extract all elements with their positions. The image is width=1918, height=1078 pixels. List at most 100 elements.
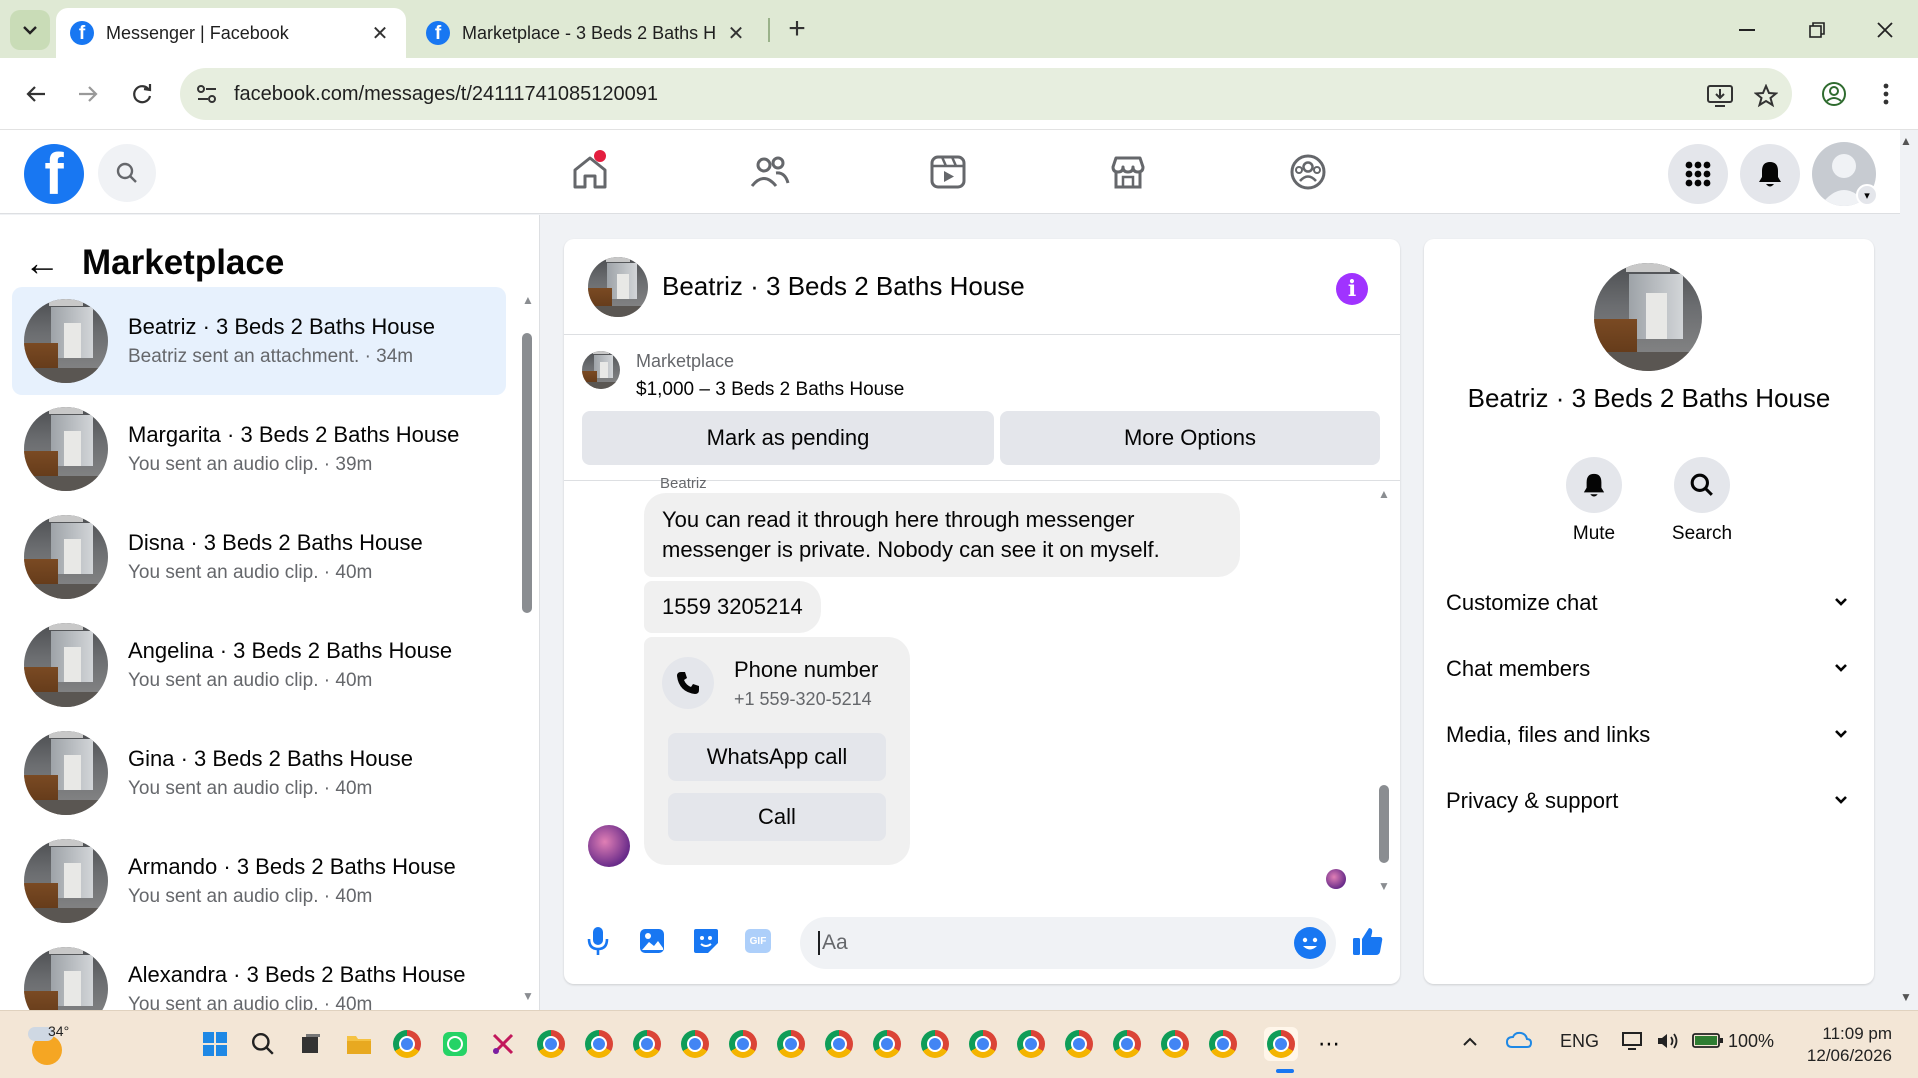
sender-avatar[interactable] bbox=[588, 825, 630, 867]
facebook-logo-icon[interactable]: f bbox=[24, 144, 84, 204]
profile-icon[interactable] bbox=[1814, 74, 1854, 114]
conversation-item[interactable]: Beatriz · 3 Beds 2 Baths House Beatriz se… bbox=[12, 287, 506, 395]
message-input[interactable]: Aa bbox=[800, 917, 1336, 969]
conversation-item[interactable]: Disna · 3 Beds 2 Baths House You sent an … bbox=[12, 503, 506, 611]
chrome-profile-app[interactable] bbox=[726, 1027, 760, 1061]
chrome-profile-app[interactable] bbox=[1014, 1027, 1048, 1061]
install-app-icon[interactable] bbox=[1706, 82, 1734, 110]
system-clock[interactable]: 11:09 pm 12/06/2026 bbox=[1780, 1023, 1892, 1067]
scroll-down-icon[interactable]: ▼ bbox=[522, 989, 534, 1003]
page-scroll-down-icon[interactable]: ▼ bbox=[1900, 990, 1912, 1004]
minimize-button[interactable] bbox=[1722, 10, 1772, 50]
conversation-item[interactable]: Gina · 3 Beds 2 Baths House You sent an a… bbox=[12, 719, 506, 827]
chrome-app[interactable] bbox=[390, 1027, 424, 1061]
input-language[interactable]: ENG bbox=[1560, 1031, 1599, 1052]
weather-widget[interactable]: 34° bbox=[28, 1023, 69, 1065]
nav-watch[interactable] bbox=[908, 140, 988, 204]
chrome-profile-app[interactable] bbox=[1062, 1027, 1096, 1061]
conversation-item[interactable]: Armando · 3 Beds 2 Baths House You sent a… bbox=[12, 827, 506, 935]
search-action[interactable]: Search bbox=[1662, 457, 1742, 545]
more-options-button[interactable]: More Options bbox=[1000, 411, 1380, 465]
back-arrow-icon[interactable]: ← bbox=[24, 242, 60, 284]
scrollbar-thumb[interactable] bbox=[522, 333, 532, 613]
facebook-search-button[interactable] bbox=[98, 144, 156, 202]
scroll-up-icon[interactable]: ▲ bbox=[522, 293, 534, 307]
reload-button[interactable] bbox=[122, 74, 162, 114]
chrome-profile-app[interactable] bbox=[822, 1027, 856, 1061]
bookmark-star-icon[interactable] bbox=[1752, 82, 1780, 110]
nav-marketplace[interactable] bbox=[1088, 140, 1168, 204]
customize-chat-section[interactable]: Customize chat bbox=[1446, 579, 1856, 627]
conversation-item[interactable]: Alexandra · 3 Beds 2 Baths House You sent… bbox=[12, 935, 506, 1010]
scrollbar-thumb[interactable] bbox=[1379, 785, 1389, 863]
close-tab-icon[interactable]: ✕ bbox=[724, 21, 748, 46]
scroll-down-icon[interactable]: ▼ bbox=[1378, 879, 1390, 893]
task-view-button[interactable] bbox=[294, 1027, 328, 1061]
address-bar[interactable]: facebook.com/messages/t/2411174108512009… bbox=[180, 68, 1792, 120]
account-caret-icon[interactable]: ▾ bbox=[1856, 184, 1878, 206]
media-files-links-section[interactable]: Media, files and links bbox=[1446, 711, 1856, 759]
sticker-icon[interactable] bbox=[688, 923, 724, 959]
chrome-profile-app[interactable] bbox=[1206, 1027, 1240, 1061]
more-apps-icon[interactable]: ⋯ bbox=[1312, 1027, 1346, 1061]
tab-search-button[interactable] bbox=[10, 10, 50, 50]
conversation-list-scrollbar[interactable]: ▲ ▼ bbox=[520, 293, 534, 1003]
tab-messenger[interactable]: f Messenger | Facebook ✕ bbox=[56, 8, 406, 58]
conversation-item[interactable]: Angelina · 3 Beds 2 Baths House You sent … bbox=[12, 611, 506, 719]
chat-scrollbar[interactable]: ▲ ▼ bbox=[1376, 483, 1392, 903]
close-tab-icon[interactable]: ✕ bbox=[368, 21, 392, 46]
back-button[interactable] bbox=[16, 74, 56, 114]
mute-action[interactable]: Mute bbox=[1554, 457, 1634, 545]
chrome-app[interactable] bbox=[534, 1027, 568, 1061]
nav-friends[interactable] bbox=[730, 140, 810, 204]
tab-marketplace[interactable]: f Marketplace - 3 Beds 2 Baths H ✕ bbox=[412, 8, 762, 58]
whatsapp-call-button[interactable]: WhatsApp call bbox=[668, 733, 886, 781]
battery-icon[interactable] bbox=[1692, 1031, 1724, 1054]
chat-avatar[interactable] bbox=[588, 257, 648, 317]
microphone-icon[interactable] bbox=[580, 923, 616, 959]
close-window-button[interactable] bbox=[1860, 10, 1910, 50]
chrome-profile-app[interactable] bbox=[678, 1027, 712, 1061]
chrome-active-app[interactable] bbox=[1264, 1027, 1298, 1061]
network-icon[interactable] bbox=[1622, 1031, 1646, 1056]
nav-home[interactable] bbox=[550, 140, 630, 204]
listing-large-avatar[interactable] bbox=[1594, 263, 1702, 371]
forward-button[interactable] bbox=[68, 74, 108, 114]
chat-members-section[interactable]: Chat members bbox=[1446, 645, 1856, 693]
chat-title[interactable]: Beatriz · 3 Beds 2 Baths House bbox=[662, 271, 1025, 302]
listing-thumbnail[interactable] bbox=[582, 351, 620, 389]
snipping-tool-app[interactable] bbox=[486, 1027, 520, 1061]
menu-button[interactable] bbox=[1668, 144, 1728, 204]
restore-button[interactable] bbox=[1792, 10, 1842, 50]
new-tab-button[interactable]: + bbox=[780, 12, 814, 46]
chrome-profile-app[interactable] bbox=[582, 1027, 616, 1061]
scroll-up-icon[interactable]: ▲ bbox=[1378, 487, 1390, 501]
info-icon[interactable]: i bbox=[1336, 273, 1368, 305]
show-hidden-icons[interactable] bbox=[1462, 1031, 1478, 1052]
conversation-item[interactable]: Margarita · 3 Beds 2 Baths House You sent… bbox=[12, 395, 506, 503]
photo-icon[interactable] bbox=[634, 923, 670, 959]
listing-price[interactable]: $1,000 – 3 Beds 2 Baths House bbox=[636, 379, 904, 401]
whatsapp-app[interactable] bbox=[438, 1027, 472, 1061]
gif-icon[interactable]: GIF bbox=[740, 923, 776, 959]
more-menu-icon[interactable] bbox=[1866, 74, 1906, 114]
start-button[interactable] bbox=[198, 1027, 232, 1061]
notifications-button[interactable] bbox=[1740, 144, 1800, 204]
page-scroll-up-icon[interactable]: ▲ bbox=[1900, 134, 1912, 148]
like-thumb-icon[interactable] bbox=[1350, 923, 1386, 959]
onedrive-icon[interactable] bbox=[1505, 1031, 1533, 1056]
call-button[interactable]: Call bbox=[668, 793, 886, 841]
chrome-profile-app[interactable] bbox=[1158, 1027, 1192, 1061]
chrome-profile-app[interactable] bbox=[630, 1027, 664, 1061]
chrome-profile-app[interactable] bbox=[1110, 1027, 1144, 1061]
search-icon[interactable] bbox=[1674, 457, 1730, 513]
taskbar-search-button[interactable] bbox=[246, 1027, 280, 1061]
nav-groups[interactable] bbox=[1268, 140, 1348, 204]
file-explorer-button[interactable] bbox=[342, 1027, 376, 1061]
emoji-icon[interactable] bbox=[1294, 927, 1326, 959]
site-info-icon[interactable] bbox=[180, 68, 234, 120]
chrome-profile-app[interactable] bbox=[918, 1027, 952, 1061]
mark-as-pending-button[interactable]: Mark as pending bbox=[582, 411, 994, 465]
privacy-support-section[interactable]: Privacy & support bbox=[1446, 777, 1856, 825]
volume-icon[interactable] bbox=[1656, 1031, 1680, 1056]
